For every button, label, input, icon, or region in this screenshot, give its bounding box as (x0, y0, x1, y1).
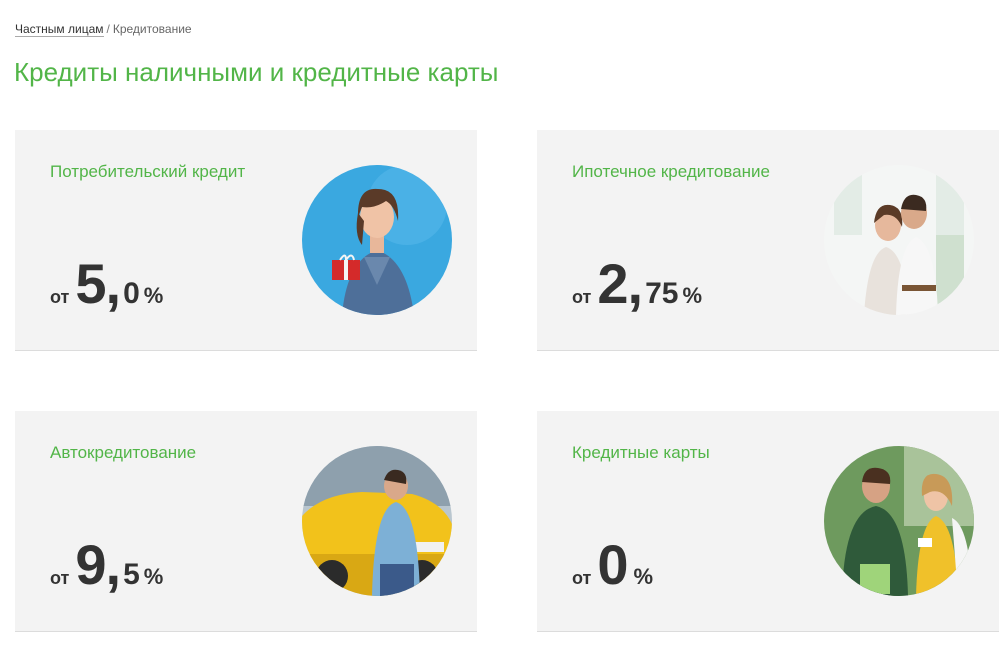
couple-in-home-photo (824, 165, 974, 315)
rate-from: от (572, 287, 592, 307)
card-consumer-credit[interactable]: Потребительский кредит от 5,0% (15, 130, 477, 351)
breadcrumb-separator: / (106, 22, 110, 36)
rate-comma: , (105, 533, 122, 596)
card-auto-credit[interactable]: Автокредитование от 9,5% (15, 411, 477, 632)
rate: от 5,0% (50, 256, 163, 312)
rate-comma: , (105, 252, 122, 315)
rate: от 2,75% (572, 256, 702, 312)
breadcrumb: Частным лицам / Кредитование (15, 22, 192, 37)
rate-percent: % (143, 283, 164, 308)
rate-int: 9 (75, 533, 106, 596)
card-title: Потребительский кредит (50, 162, 246, 181)
card-title: Кредитные карты (572, 443, 710, 462)
man-with-yellow-car-photo (302, 446, 452, 596)
rate: от 9,5% (50, 537, 163, 593)
rate-from: от (572, 568, 592, 588)
rate: от 0% (572, 537, 653, 593)
rate-percent: % (143, 564, 164, 589)
rate-from: от (50, 287, 70, 307)
rate-frac: 0 (123, 277, 140, 310)
couple-shopping-photo (824, 446, 974, 596)
rate-percent: % (682, 283, 703, 308)
rate-comma: , (627, 252, 644, 315)
page-title: Кредиты наличными и кредитные карты (14, 57, 499, 87)
rate-int: 2 (597, 252, 628, 315)
card-title: Ипотечное кредитование (572, 162, 770, 181)
card-credit-cards[interactable]: Кредитные карты от 0% (537, 411, 999, 632)
card-title: Автокредитование (50, 443, 197, 462)
rate-int: 5 (75, 252, 106, 315)
breadcrumb-link-private[interactable]: Частным лицам (15, 22, 104, 37)
woman-with-gift-photo (302, 165, 452, 315)
rate-frac: 75 (645, 277, 679, 310)
rate-percent: % (633, 564, 654, 589)
rate-int: 0 (597, 533, 628, 596)
rate-from: от (50, 568, 70, 588)
breadcrumb-current: Кредитование (112, 22, 192, 36)
card-mortgage[interactable]: Ипотечное кредитование от 2,75% (537, 130, 999, 351)
rate-frac: 5 (123, 558, 140, 591)
